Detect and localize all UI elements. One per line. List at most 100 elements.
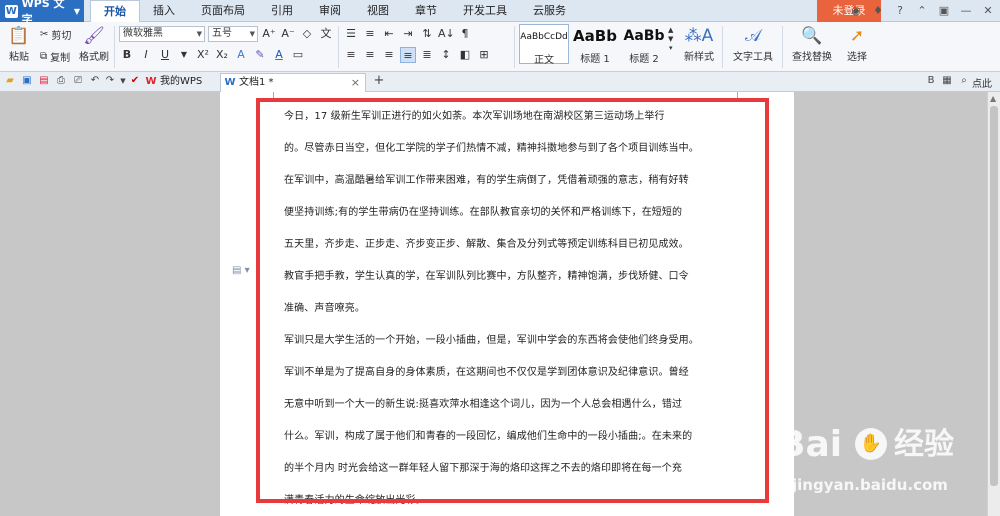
style-gallery-scroll[interactable]: ▲ ▼ ▾ bbox=[668, 26, 673, 52]
clear-format-icon[interactable]: ◇ bbox=[299, 26, 315, 42]
border-icon[interactable]: ⊞ bbox=[476, 47, 492, 63]
new-style-button[interactable]: ⁂A 新样式 bbox=[681, 26, 717, 63]
text-line: 的。尽管赤日当空，但化工学院的学子们热情不减，精神抖擞地参与到了各个项目训练当中… bbox=[284, 143, 699, 154]
tab-view[interactable]: 视图 bbox=[354, 0, 402, 22]
tab-cloud[interactable]: 云服务 bbox=[520, 0, 579, 22]
underline-icon[interactable]: U bbox=[157, 47, 173, 63]
superscript-icon[interactable]: X² bbox=[195, 47, 211, 63]
minimize-ribbon-icon[interactable]: ⌃ bbox=[914, 2, 930, 19]
watermark-brand-cn: 经验 bbox=[894, 427, 954, 462]
paste-button[interactable]: 📋 粘贴 bbox=[4, 26, 34, 63]
numbered-list-icon[interactable]: ≡ bbox=[362, 26, 378, 42]
style-heading-1[interactable]: AaBb 标题 1 bbox=[571, 24, 619, 64]
brush-icon: 🖌 bbox=[83, 26, 105, 46]
align-left-icon[interactable]: ≡ bbox=[343, 47, 359, 63]
align-center-icon[interactable]: ≡ bbox=[362, 47, 378, 63]
italic-icon[interactable]: I bbox=[138, 47, 154, 63]
format-painter-button[interactable]: 🖌 格式刷 bbox=[79, 26, 109, 63]
distributed-icon[interactable]: ≣ bbox=[419, 47, 435, 63]
pin-icon[interactable]: ✔ bbox=[128, 74, 142, 88]
sort-icon[interactable]: ⇅ bbox=[419, 26, 435, 42]
text-line: 满青春活力的生命绽放出光彩。 bbox=[284, 495, 426, 506]
restore-icon[interactable]: ▣ bbox=[936, 2, 952, 19]
minimize-icon[interactable]: — bbox=[958, 2, 974, 19]
undo-icon[interactable]: ↶ bbox=[88, 74, 102, 88]
copy-button[interactable]: ⧉ 复制 bbox=[40, 49, 70, 64]
text-effect-icon[interactable]: A bbox=[233, 47, 249, 63]
scissors-icon: ✂ bbox=[40, 29, 49, 40]
export-pdf-icon[interactable]: ▤ bbox=[37, 74, 51, 88]
print-icon[interactable]: ⎙ bbox=[54, 74, 68, 88]
paragraph-options-icon[interactable]: ▤ ▾ bbox=[232, 265, 250, 276]
new-tab-icon[interactable]: + bbox=[372, 74, 386, 88]
title-bar: W WPS 文字 ▼ 开始 插入 页面布局 引用 审阅 视图 章节 开发工具 云… bbox=[0, 0, 1000, 26]
text-line: 在军训中，高温酷暑给军训工作带来困难，有的学生病倒了，凭借着顽强的意志，稍有好转 bbox=[284, 175, 689, 186]
grow-font-icon[interactable]: A⁺ bbox=[261, 26, 277, 42]
redo-icon[interactable]: ↷ bbox=[103, 74, 117, 88]
close-tab-icon[interactable]: × bbox=[351, 74, 360, 92]
document-view-icon[interactable]: ▦ bbox=[940, 74, 954, 88]
chevron-up-icon[interactable]: ▲ bbox=[990, 94, 996, 103]
shading-icon[interactable]: ◧ bbox=[457, 47, 473, 63]
highlight-icon[interactable]: ✎ bbox=[252, 47, 268, 63]
justify-icon[interactable]: ≡ bbox=[400, 47, 416, 63]
tab-review[interactable]: 审阅 bbox=[306, 0, 354, 22]
increase-indent-icon[interactable]: ⇥ bbox=[400, 26, 416, 42]
search-icon[interactable]: ⌕ bbox=[957, 74, 971, 88]
shrink-font-icon[interactable]: A⁻ bbox=[280, 26, 296, 42]
cut-button[interactable]: ✂ 剪切 bbox=[40, 27, 71, 42]
divider bbox=[338, 26, 339, 68]
divider bbox=[114, 26, 115, 68]
window-controls: ◉ ♦ ? ⌃ ▣ — ✕ bbox=[848, 2, 996, 19]
style-heading-2[interactable]: AaBb 标题 2 bbox=[621, 24, 667, 64]
show-marks-icon[interactable]: ¶ bbox=[457, 26, 473, 42]
save-icon[interactable]: ▣ bbox=[20, 74, 34, 88]
bullet-list-icon[interactable]: ☰ bbox=[343, 26, 359, 42]
phonetic-icon[interactable]: 文 bbox=[318, 26, 334, 42]
bold-icon[interactable]: B bbox=[119, 47, 135, 63]
tab-developer[interactable]: 开发工具 bbox=[450, 0, 520, 22]
open-folder-icon[interactable]: ▰ bbox=[3, 74, 17, 88]
font-size-select[interactable]: 五号 ▼ bbox=[208, 26, 258, 42]
watermark-brand: Bai bbox=[778, 424, 843, 465]
print-preview-icon[interactable]: ⎚ bbox=[71, 74, 85, 88]
text-line: 军训只是大学生活的一个开始，一段小插曲，但是，军训中学会的东西将会使他们终身受用… bbox=[284, 335, 699, 346]
text-tools-button[interactable]: 𝒜 文字工具 bbox=[730, 26, 776, 63]
chevron-down-icon: ▼ bbox=[668, 35, 674, 43]
app-menu-button[interactable]: W WPS 文字 ▼ bbox=[0, 0, 84, 26]
document-mode-icon[interactable]: B bbox=[924, 74, 938, 88]
margin-mark-top-left bbox=[266, 92, 274, 102]
format-painter-label: 格式刷 bbox=[79, 52, 109, 63]
wps-home-icon: W bbox=[145, 76, 157, 87]
find-replace-button[interactable]: 🔍 查找替换 bbox=[789, 26, 835, 63]
style-normal[interactable]: AaBbCcDd 正文 bbox=[519, 24, 569, 66]
font-color-icon[interactable]: A bbox=[271, 47, 287, 63]
chinese-layout-icon[interactable]: A↓ bbox=[438, 26, 455, 42]
chevron-down-icon[interactable]: ▼ bbox=[176, 47, 192, 63]
paste-label: 粘贴 bbox=[9, 52, 29, 63]
char-border-icon[interactable]: ▭ bbox=[290, 47, 306, 63]
document-icon: W bbox=[224, 77, 236, 88]
tab-section[interactable]: 章节 bbox=[402, 0, 450, 22]
decrease-indent-icon[interactable]: ⇤ bbox=[381, 26, 397, 42]
select-button[interactable]: ➚ 选择 bbox=[840, 26, 874, 63]
search-icon: 🔍 bbox=[801, 26, 823, 46]
chevron-up-icon: ▲ bbox=[668, 26, 674, 34]
text-line: 什么。军训，构成了属于他们和青春的一段回忆，编成他们生命中的一段小插曲;。在未来… bbox=[284, 431, 693, 442]
subscript-icon[interactable]: X₂ bbox=[214, 47, 230, 63]
tab-references[interactable]: 引用 bbox=[258, 0, 306, 22]
tab-page-layout[interactable]: 页面布局 bbox=[188, 0, 258, 22]
line-spacing-icon[interactable]: ↕ bbox=[438, 47, 454, 63]
shirt-icon[interactable]: ♦ bbox=[870, 2, 886, 19]
document-text[interactable]: 今日，17 级新生军训正进行的如火如荼。本次军训场地在南湖校区第三运动场上举行 … bbox=[284, 101, 712, 516]
text-line: 的半个月内 时光会给这一群年轻人留下那深于海的烙印这挥之不去的烙印即将在每一个充 bbox=[284, 463, 682, 474]
tab-my-wps[interactable]: W 我的WPS bbox=[142, 73, 214, 92]
tab-insert[interactable]: 插入 bbox=[140, 0, 188, 22]
tab-home[interactable]: 开始 bbox=[90, 0, 140, 22]
skin-icon[interactable]: ◉ bbox=[848, 2, 864, 19]
font-name-select[interactable]: 微软雅黑 ▼ bbox=[119, 26, 205, 42]
close-icon[interactable]: ✕ bbox=[980, 2, 996, 19]
tab-document-1[interactable]: W 文档1 * × bbox=[220, 73, 366, 92]
help-icon[interactable]: ? bbox=[892, 2, 908, 19]
align-right-icon[interactable]: ≡ bbox=[381, 47, 397, 63]
